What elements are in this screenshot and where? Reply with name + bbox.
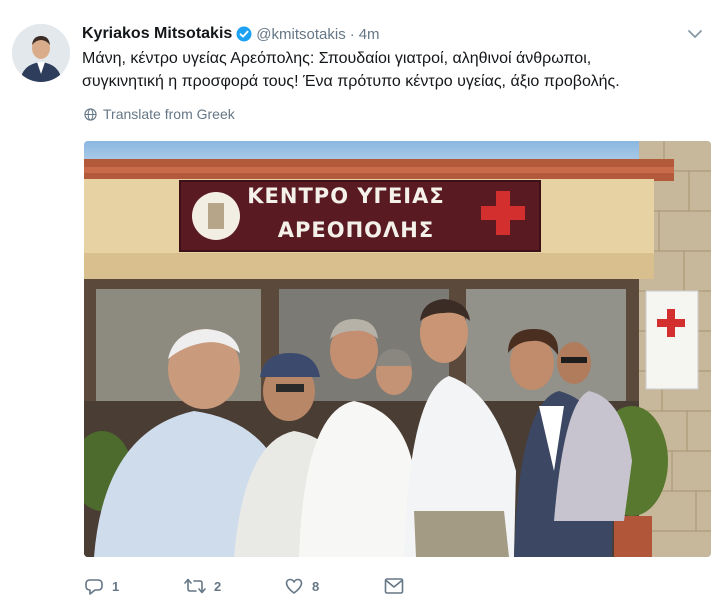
retweet-icon xyxy=(184,578,206,594)
globe-icon xyxy=(84,107,97,121)
direct-message-icon xyxy=(384,578,404,594)
tweet-text-line-2: συγκινητική η προσφορά τους! Ένα πρότυπο… xyxy=(82,73,620,90)
like-button[interactable]: 8 xyxy=(284,576,384,596)
author-handle[interactable]: @kmitsotakis xyxy=(256,26,345,43)
reply-count: 1 xyxy=(112,578,120,594)
sign-line-2: ΑΡΕΟΠΟΛΗΣ xyxy=(278,218,434,242)
translate-link[interactable]: Translate from Greek xyxy=(84,106,235,122)
tweet-actions: 1 2 8 xyxy=(84,572,404,600)
verified-badge-icon xyxy=(236,26,252,42)
like-icon xyxy=(285,578,303,594)
separator-dot: · xyxy=(349,25,355,43)
like-count: 8 xyxy=(312,578,320,594)
author-name[interactable]: Kyriakos Mitsotakis xyxy=(82,25,232,43)
author-avatar[interactable] xyxy=(12,24,70,82)
tweet-card[interactable]: Kyriakos Mitsotakis @kmitsotakis · 4m Μά… xyxy=(0,0,715,604)
tweet-timestamp[interactable]: 4m xyxy=(359,26,380,43)
retweet-button[interactable]: 2 xyxy=(184,576,284,596)
tweet-text-line-1: Μάνη, κέντρο υγείας Αρεόπολης: Σπουδαίοι… xyxy=(82,50,592,67)
tweet-photo[interactable]: ΚΕΝΤΡΟ ΥΓΕΙΑΣ ΑΡΕΟΠΟΛΗΣ xyxy=(84,141,711,557)
chevron-down-icon[interactable] xyxy=(685,24,705,44)
tweet-text: Μάνη, κέντρο υγείας Αρεόπολης: Σπουδαίοι… xyxy=(82,47,702,93)
reply-icon xyxy=(85,579,103,595)
direct-message-button[interactable] xyxy=(384,577,404,595)
sign-line-1: ΚΕΝΤΡΟ ΥΓΕΙΑΣ xyxy=(247,184,444,208)
retweet-count: 2 xyxy=(214,578,222,594)
translate-label[interactable]: Translate from Greek xyxy=(103,106,235,122)
reply-button[interactable]: 1 xyxy=(84,576,184,596)
tweet-header: Kyriakos Mitsotakis @kmitsotakis · 4m xyxy=(82,24,380,44)
